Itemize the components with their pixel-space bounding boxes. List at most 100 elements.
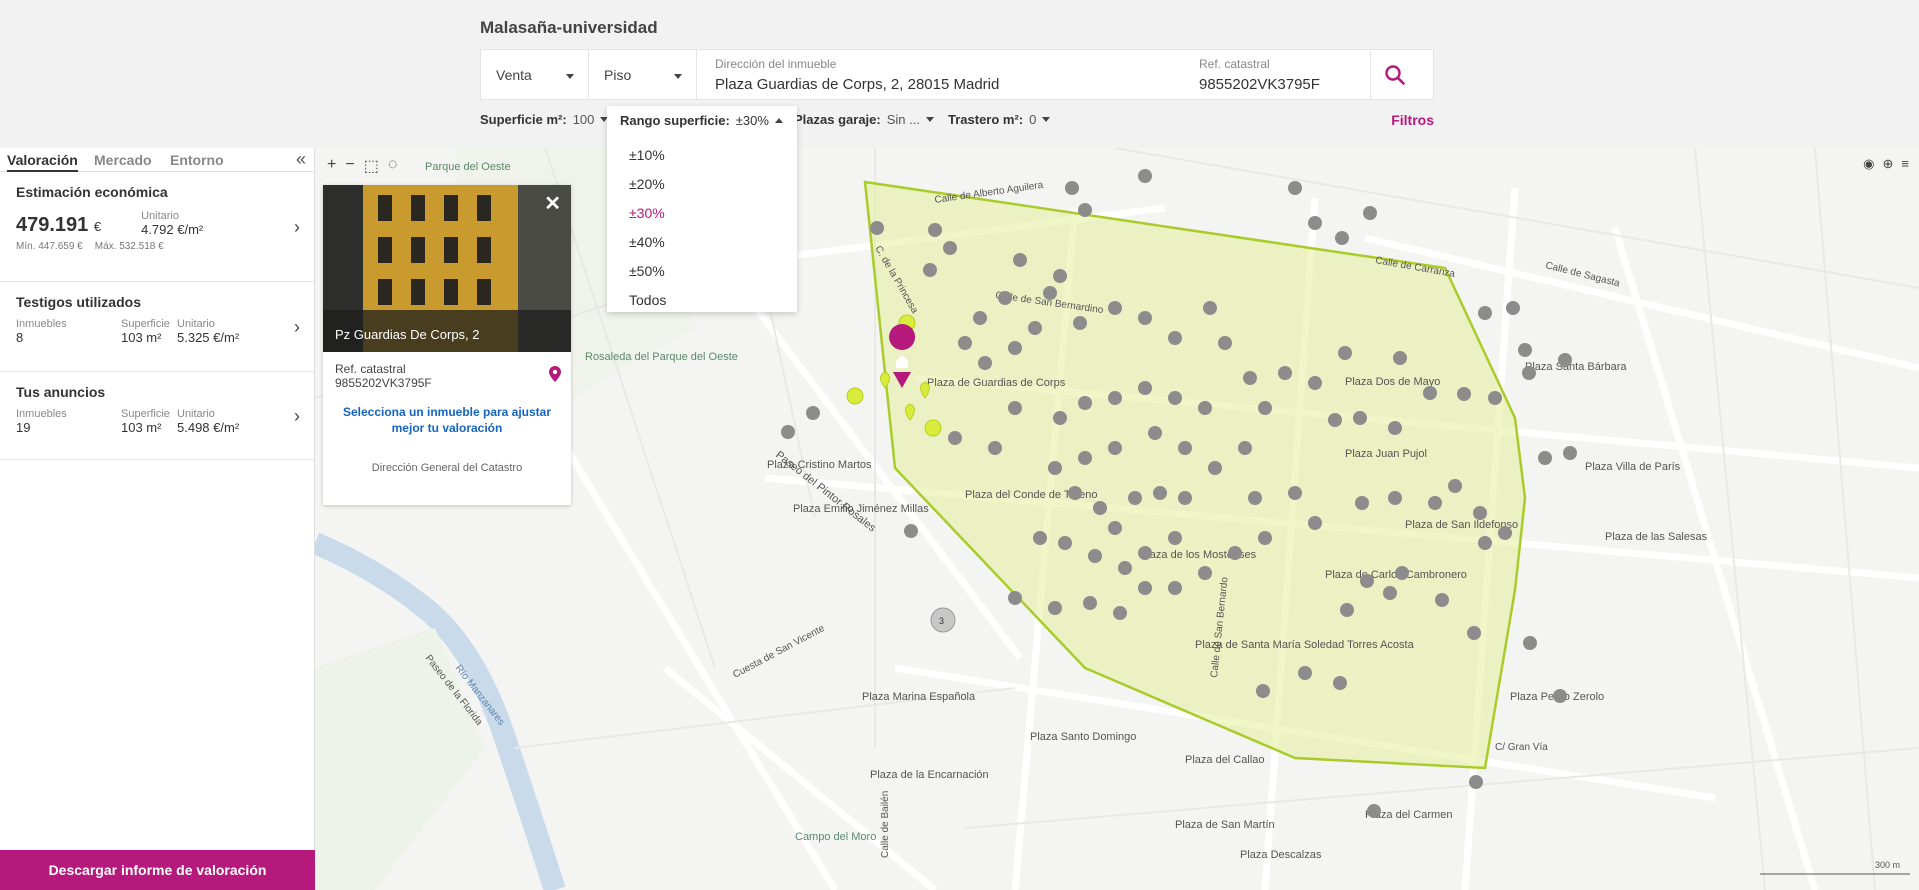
storage-filter[interactable]: Trastero m²: 0 [948, 112, 1051, 127]
marker[interactable] [1053, 269, 1067, 283]
range-option[interactable]: ±50% [607, 257, 797, 286]
marker[interactable] [1435, 593, 1449, 607]
marker[interactable] [1473, 506, 1487, 520]
marker[interactable] [1178, 441, 1192, 455]
marker[interactable] [928, 223, 942, 237]
marker[interactable] [1238, 441, 1252, 455]
ref-field[interactable]: Ref. catastral 9855202VK3795F [1180, 50, 1370, 99]
marker[interactable] [1058, 536, 1072, 550]
operation-select[interactable]: Venta [481, 50, 589, 99]
marker[interactable] [1367, 804, 1381, 818]
marker[interactable] [1388, 421, 1402, 435]
marker[interactable] [1198, 566, 1212, 580]
marker[interactable] [1395, 566, 1409, 580]
marker[interactable] [1522, 366, 1536, 380]
marker[interactable] [1078, 203, 1092, 217]
download-report-button[interactable]: Descargar informe de valoración [0, 850, 315, 890]
marker[interactable] [1138, 311, 1152, 325]
marker[interactable] [948, 431, 962, 445]
marker[interactable] [1138, 581, 1152, 595]
marker[interactable] [988, 441, 1002, 455]
marker[interactable] [1448, 479, 1462, 493]
marker-witness[interactable] [924, 419, 942, 437]
marker[interactable] [806, 406, 820, 420]
marker[interactable] [1360, 574, 1374, 588]
marker[interactable] [1168, 531, 1182, 545]
range-option[interactable]: ±20% [607, 170, 797, 199]
filters-link[interactable]: Filtros [1391, 112, 1434, 128]
layers-menu-icon[interactable]: ≡ [1901, 156, 1909, 172]
marker[interactable] [1478, 536, 1492, 550]
garage-filter[interactable]: Plazas garaje: Sin ... [794, 112, 934, 127]
marker[interactable] [1423, 386, 1437, 400]
marker[interactable] [943, 241, 957, 255]
marker[interactable] [904, 524, 918, 538]
draw-tool-icon[interactable]: ⬚ [364, 156, 379, 176]
marker[interactable] [781, 425, 795, 439]
measure-tool-icon[interactable]: ◌ [388, 156, 398, 176]
surface-filter[interactable]: Superficie m²: 100 [480, 112, 609, 127]
marker[interactable] [973, 311, 987, 325]
marker[interactable] [1078, 396, 1092, 410]
marker[interactable] [1506, 301, 1520, 315]
marker[interactable] [1558, 353, 1572, 367]
marker[interactable] [1498, 526, 1512, 540]
property-type-select[interactable]: Piso [589, 50, 697, 99]
marker[interactable] [1048, 461, 1062, 475]
marker[interactable] [1523, 636, 1537, 650]
marker[interactable] [1388, 491, 1402, 505]
marker[interactable] [1208, 461, 1222, 475]
marker[interactable] [1028, 321, 1042, 335]
marker[interactable] [1338, 346, 1352, 360]
marker[interactable] [1553, 689, 1567, 703]
marker[interactable] [870, 221, 884, 235]
marker[interactable] [1068, 486, 1082, 500]
marker[interactable] [1457, 387, 1471, 401]
marker[interactable] [1203, 301, 1217, 315]
marker[interactable] [1218, 336, 1232, 350]
marker[interactable] [1298, 666, 1312, 680]
marker[interactable] [1288, 486, 1302, 500]
marker[interactable] [1243, 371, 1257, 385]
marker[interactable] [1428, 496, 1442, 510]
marker[interactable] [1153, 486, 1167, 500]
marker[interactable] [1053, 411, 1067, 425]
range-option[interactable]: Todos [607, 286, 797, 315]
marker[interactable] [1308, 376, 1322, 390]
marker[interactable] [1308, 216, 1322, 230]
marker[interactable] [1113, 606, 1127, 620]
marker[interactable] [978, 356, 992, 370]
estimation-section[interactable]: Estimación económica 479.191 € Unitario … [0, 172, 314, 282]
marker[interactable] [1278, 366, 1292, 380]
marker[interactable] [1073, 316, 1087, 330]
marker[interactable] [1228, 546, 1242, 560]
range-filter[interactable]: Rango superficie: ±30% [620, 113, 783, 128]
collapse-panel-icon[interactable]: « [296, 149, 306, 170]
marker[interactable] [1335, 231, 1349, 245]
marker[interactable] [958, 336, 972, 350]
marker[interactable] [1108, 441, 1122, 455]
marker[interactable] [1078, 451, 1092, 465]
marker[interactable] [1563, 446, 1577, 460]
marker[interactable] [1538, 451, 1552, 465]
marker[interactable] [1198, 401, 1212, 415]
marker[interactable] [923, 263, 937, 277]
address-field[interactable]: Dirección del inmueble Plaza Guardias de… [697, 50, 1180, 99]
marker[interactable] [1048, 601, 1062, 615]
marker[interactable] [1469, 775, 1483, 789]
marker[interactable] [1013, 253, 1027, 267]
marker[interactable] [1467, 626, 1481, 640]
marker[interactable] [1288, 181, 1302, 195]
tab-entorno[interactable]: Entorno [170, 152, 224, 168]
marker[interactable] [1363, 206, 1377, 220]
zoom-out-button[interactable]: − [345, 156, 354, 176]
marker[interactable] [1008, 401, 1022, 415]
marker[interactable] [1108, 521, 1122, 535]
range-option-selected[interactable]: ±30% [607, 199, 797, 228]
address-value[interactable]: Plaza Guardias de Corps, 2, 28015 Madrid [715, 76, 1162, 93]
marker[interactable] [1148, 426, 1162, 440]
marker[interactable] [1168, 391, 1182, 405]
marker-witness[interactable] [846, 387, 864, 405]
marker[interactable] [1355, 496, 1369, 510]
marker[interactable] [1383, 586, 1397, 600]
